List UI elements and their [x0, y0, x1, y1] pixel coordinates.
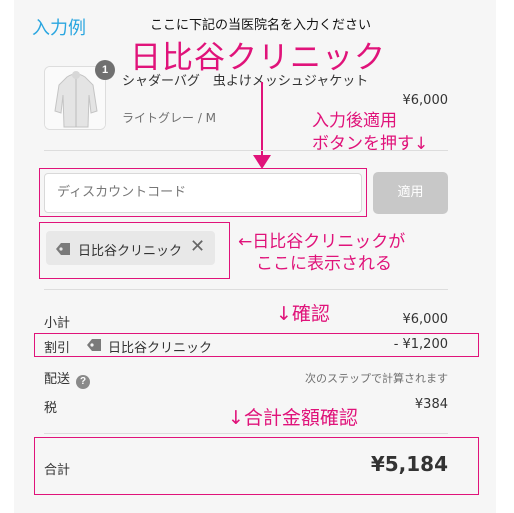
- tag-note-line2: ここに表示される: [256, 254, 392, 274]
- divider: [44, 289, 448, 290]
- product-price: ¥6,000: [402, 93, 449, 108]
- subtotal-row: 小計 ¥6,000: [44, 312, 448, 332]
- divider: [44, 150, 448, 151]
- apply-button[interactable]: 適用: [373, 172, 448, 214]
- subtotal-label: 小計: [44, 316, 71, 331]
- quantity-badge: 1: [95, 60, 115, 80]
- help-icon[interactable]: ?: [76, 375, 91, 389]
- shipping-row: 配送? 次のステップで計算されます: [44, 368, 448, 389]
- total-value: ¥5,184: [370, 452, 448, 476]
- discount-value: - ¥1,200: [393, 337, 448, 352]
- applied-discount-tag: 日比谷クリニック ✕: [46, 231, 215, 265]
- tag-icon: [86, 338, 102, 356]
- applied-tag-label: 日比谷クリニック: [78, 244, 183, 259]
- apply-note-line2: ボタンを押す↓: [312, 134, 429, 154]
- clinic-name-title: 日比谷クリニック: [130, 40, 386, 76]
- discount-code-input[interactable]: ディスカウントコード: [44, 173, 362, 213]
- product-name: シャダーバグ 虫よけメッシュジャケット: [122, 74, 369, 89]
- tax-label: 税: [44, 401, 58, 416]
- tax-value: ¥384: [414, 397, 448, 412]
- tag-note-line1: ←日比谷クリニックが: [238, 232, 406, 252]
- discount-label: 割引: [44, 341, 71, 356]
- product-variant: ライトグレー / M: [122, 111, 217, 125]
- discount-row: 割引 日比谷クリニック - ¥1,200: [44, 337, 448, 357]
- total-label: 合計: [44, 463, 71, 478]
- shipping-value: 次のステップで計算されます: [305, 372, 448, 385]
- discount-name: 日比谷クリニック: [108, 341, 213, 356]
- total-note: ↓合計金額確認: [228, 407, 358, 429]
- divider: [44, 433, 448, 434]
- shipping-label-wrap: 配送?: [44, 368, 91, 389]
- example-label: 入力例: [32, 18, 86, 39]
- shipping-label: 配送: [44, 372, 71, 387]
- close-icon[interactable]: ✕: [190, 236, 205, 257]
- apply-note-line1: 入力後適用: [312, 111, 397, 131]
- instruction-text: ここに下記の当医院名を入力ください: [150, 18, 372, 33]
- subtotal-value: ¥6,000: [402, 312, 449, 327]
- tag-icon: [55, 241, 71, 260]
